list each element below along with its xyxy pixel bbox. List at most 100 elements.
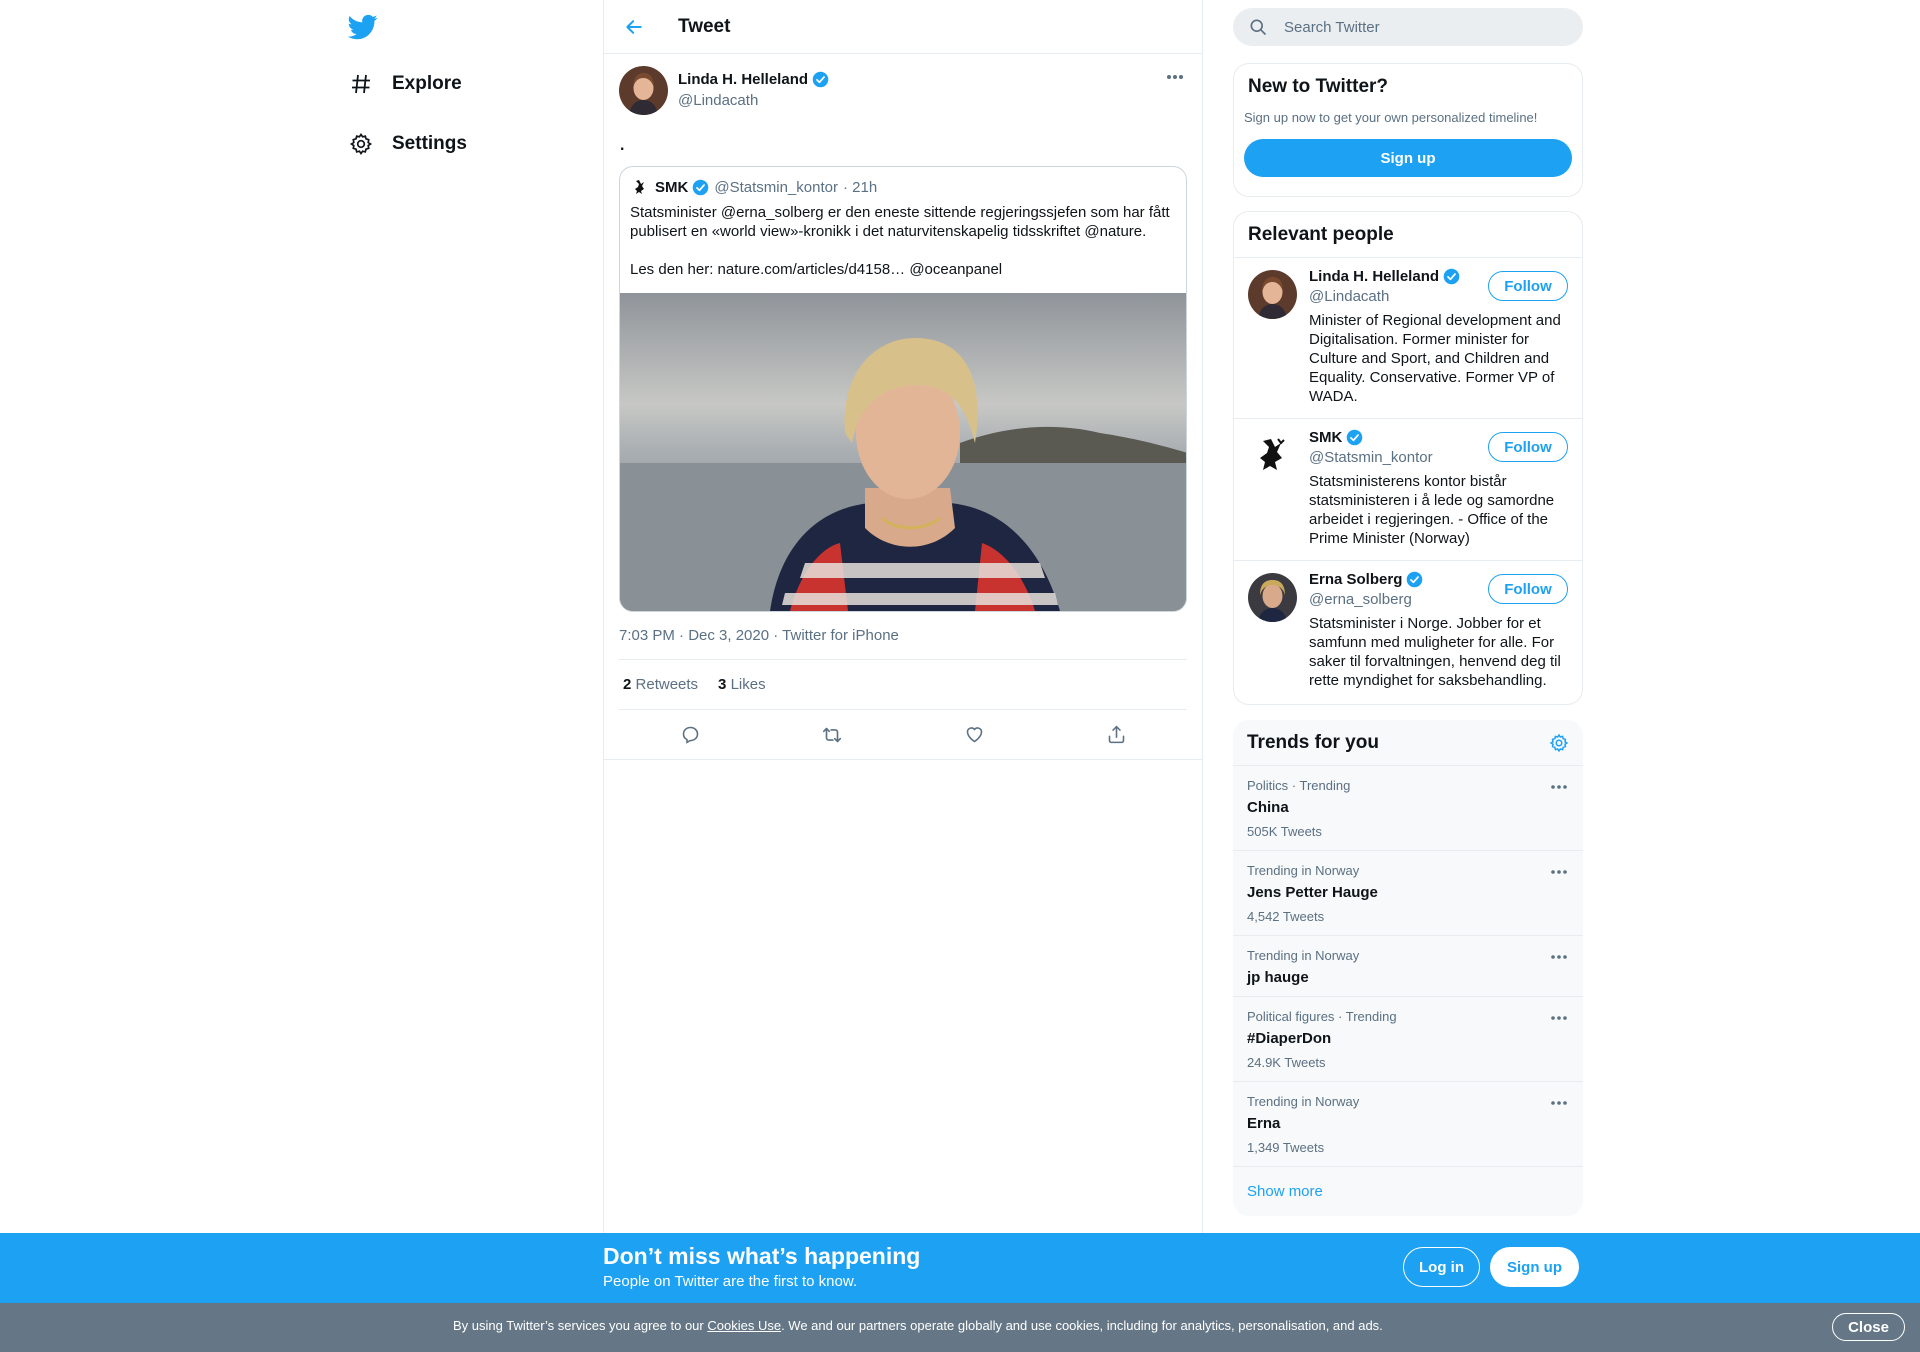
relevant-people-title: Relevant people [1234, 212, 1582, 258]
trends-title: Trends for you [1247, 731, 1379, 753]
new-to-twitter-subtitle: Sign up now to get your own personalized… [1244, 110, 1538, 125]
avatar[interactable] [1248, 431, 1297, 480]
more-options-icon[interactable] [1549, 1096, 1569, 1110]
trend-name: Erna [1247, 1115, 1281, 1132]
signup-button[interactable]: Sign up [1490, 1247, 1579, 1287]
nav-settings[interactable]: Settings [348, 119, 467, 169]
likes-label: Likes [730, 676, 766, 693]
back-button[interactable] [616, 9, 652, 45]
person-bio: Statsminister i Norge. Jobber for et sam… [1309, 615, 1561, 689]
tweet-stats: 2 Retweets 3 Likes [619, 660, 1187, 710]
tweet: Linda H. Helleland @Lindacath . SMK @Sta… [604, 54, 1202, 760]
likes-stat[interactable]: 3 Likes [718, 676, 766, 693]
main-column: Tweet Linda H. Helleland @Lindacath . SM… [603, 0, 1203, 1352]
share-icon[interactable] [1098, 717, 1134, 753]
quote-time: · 21h [842, 178, 878, 196]
tweet-actions [604, 710, 1202, 760]
trend-count: 24.9K Tweets [1247, 1055, 1326, 1070]
quote-author-name: SMK [655, 178, 689, 196]
verified-badge-icon [1443, 268, 1460, 285]
person-name[interactable]: Erna Solberg [1309, 571, 1402, 588]
cookie-text-before: By using Twitter’s services you agree to… [453, 1318, 708, 1333]
list-item[interactable]: Erna Solberg @erna_solberg Statsminister… [1234, 561, 1582, 702]
more-options-icon[interactable] [1549, 950, 1569, 964]
search-input[interactable] [1282, 17, 1542, 37]
trend-meta: Political figures · Trending [1247, 1009, 1397, 1024]
trend-count: 1,349 Tweets [1247, 1140, 1325, 1155]
tweet-time-link[interactable]: 7:03 PM · Dec 3, 2020 [619, 627, 769, 644]
reply-icon[interactable] [672, 717, 708, 753]
tweet-author[interactable]: Linda H. Helleland @Lindacath [619, 64, 1187, 116]
follow-button[interactable]: Follow [1488, 574, 1568, 604]
trends-card: Trends for you Politics · Trending China… [1233, 720, 1583, 1216]
likes-count: 3 [718, 676, 727, 693]
person-bio: Minister of Regional development and Dig… [1309, 312, 1561, 405]
more-options-icon[interactable] [1549, 780, 1569, 794]
list-item[interactable]: SMK @Statsmin_kontor Statsministerens ko… [1234, 419, 1582, 561]
twitter-bird-icon[interactable] [348, 12, 378, 42]
more-options-icon[interactable] [1163, 68, 1187, 86]
tweet-timestamp: 7:03 PM · Dec 3, 2020 · Twitter for iPho… [619, 612, 1187, 660]
verified-badge-icon [693, 179, 709, 195]
avatar[interactable] [619, 65, 668, 115]
quote-photo[interactable] [620, 293, 1186, 611]
person-name[interactable]: Linda H. Helleland [1309, 268, 1439, 285]
avatar[interactable] [1248, 270, 1297, 319]
tweet-text: . [619, 129, 626, 155]
trend-item[interactable]: Trending in Norway jp hauge [1233, 936, 1583, 997]
quote-text: Statsminister @erna_solberg er den enest… [630, 204, 1170, 240]
sidebar-signup-button[interactable]: Sign up [1244, 139, 1572, 177]
retweets-stat[interactable]: 2 Retweets [623, 676, 698, 693]
gear-icon [348, 131, 374, 157]
cookie-close-button[interactable]: Close [1832, 1313, 1905, 1341]
person-name[interactable]: SMK [1309, 429, 1342, 446]
login-button[interactable]: Log in [1403, 1247, 1480, 1287]
quoted-tweet[interactable]: SMK @Statsmin_kontor · 21h Statsminister… [619, 166, 1187, 612]
like-heart-icon[interactable] [956, 717, 992, 753]
more-options-icon[interactable] [1549, 865, 1569, 879]
follow-button[interactable]: Follow [1488, 271, 1568, 301]
cookies-use-link[interactable]: Cookies Use [707, 1318, 781, 1333]
relevant-people-card: Relevant people Linda H. Helleland @Lind… [1233, 211, 1583, 705]
trend-item[interactable]: Trending in Norway Erna 1,349 Tweets [1233, 1082, 1583, 1167]
trend-item[interactable]: Political figures · Trending #DiaperDon … [1233, 997, 1583, 1082]
trend-meta: Trending in Norway [1247, 948, 1360, 963]
search-box[interactable] [1233, 8, 1583, 46]
nav-explore[interactable]: Explore [348, 59, 462, 109]
show-more-link[interactable]: Show more [1233, 1167, 1583, 1216]
list-item[interactable]: Linda H. Helleland @Lindacath Minister o… [1234, 258, 1582, 419]
follow-button[interactable]: Follow [1488, 432, 1568, 462]
new-to-twitter-title: New to Twitter? [1248, 76, 1389, 97]
quote-text-link-line: Les den her: nature.com/articles/d4158… … [630, 261, 1003, 278]
trend-item[interactable]: Politics · Trending China 505K Tweets [1233, 766, 1583, 851]
banner-headline: Don’t miss what’s happening [603, 1243, 921, 1269]
trend-meta: Trending in Norway [1247, 1094, 1360, 1109]
verified-badge-icon [1407, 571, 1423, 588]
trend-meta: Trending in Norway [1247, 863, 1360, 878]
trend-count: 505K Tweets [1247, 824, 1322, 839]
tweet-header: Tweet [604, 0, 1202, 54]
hashtag-icon [348, 71, 374, 97]
retweet-icon[interactable] [814, 717, 850, 753]
new-to-twitter-card: New to Twitter? Sign up now to get your … [1233, 63, 1583, 197]
trend-name: jp hauge [1247, 969, 1309, 986]
banner-subline: People on Twitter are the first to know. [603, 1273, 858, 1290]
author-handle[interactable]: @Lindacath [678, 92, 829, 109]
verified-badge-icon [812, 71, 829, 88]
cookie-text-after: . We and our partners operate globally a… [781, 1318, 1383, 1333]
trend-count: 4,542 Tweets [1247, 909, 1325, 924]
nav-settings-label: Settings [392, 133, 467, 154]
verified-badge-icon [1347, 429, 1363, 446]
avatar [630, 177, 650, 197]
arrow-left-icon [626, 19, 642, 34]
trend-name: #DiaperDon [1247, 1030, 1332, 1047]
tweet-source-link[interactable]: Twitter for iPhone [782, 627, 899, 644]
avatar[interactable] [1248, 573, 1297, 622]
person-bio: Statsministerens kontor bistår statsmini… [1309, 473, 1555, 547]
author-name[interactable]: Linda H. Helleland [678, 71, 808, 88]
gear-icon[interactable] [1549, 733, 1569, 753]
timestamp-separator: · [773, 627, 779, 644]
trend-item[interactable]: Trending in Norway Jens Petter Hauge 4,5… [1233, 851, 1583, 936]
trend-name: Jens Petter Hauge [1247, 884, 1378, 901]
more-options-icon[interactable] [1549, 1011, 1569, 1025]
